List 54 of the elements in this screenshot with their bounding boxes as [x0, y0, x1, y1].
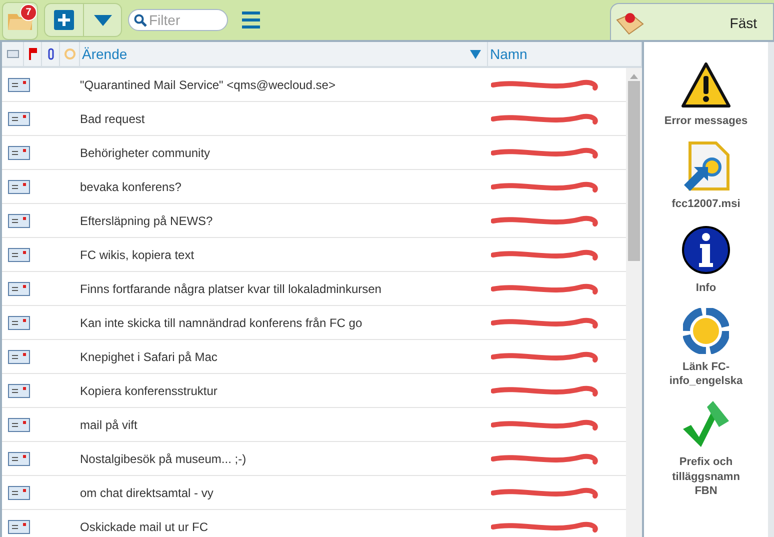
subject-text: Knepighet i Safari på Mac	[80, 350, 218, 364]
filter-field[interactable]: Filter	[128, 9, 228, 31]
subject-text: Eftersläpning på NEWS?	[80, 214, 214, 228]
search-icon	[134, 14, 147, 27]
paperclip-icon	[48, 48, 54, 60]
envelope-icon	[8, 520, 30, 534]
subject-text: bevaka konferens?	[80, 180, 182, 194]
pinned-item[interactable]: fcc12007.msi	[660, 141, 752, 212]
circle-icon	[64, 48, 76, 60]
envelope-column-icon	[6, 50, 18, 58]
scroll-up-icon	[630, 74, 638, 79]
envelope-icon	[8, 452, 30, 466]
flag-icon	[28, 48, 36, 60]
envelope-icon	[8, 78, 30, 92]
envelope-icon	[8, 418, 30, 432]
menu-button[interactable]	[242, 11, 260, 29]
sun-ring-icon	[683, 308, 729, 354]
mail-folder-button[interactable]: 7	[2, 2, 38, 40]
subject-text: Nostalgibesök på museum... ;-)	[80, 452, 248, 466]
caret-icon	[94, 14, 112, 26]
envelope-icon	[8, 248, 30, 262]
subject-text: Finns fortfarande några platser kvar till lokaladminkursen	[80, 282, 382, 296]
subject-text: Kopiera konferensstruktur	[80, 384, 218, 398]
pinned-tab[interactable]: Fäst	[610, 3, 774, 41]
checkmark-pencil-icon	[681, 401, 731, 450]
envelope-icon	[8, 214, 30, 228]
scrollbar[interactable]	[626, 68, 642, 537]
unread-count-badge: 7	[20, 4, 37, 21]
pinned-item[interactable]: Länk FC-info_engelska	[660, 308, 752, 388]
pinned-item[interactable]: Prefix och tilläggsnamn FBN	[660, 401, 752, 498]
info-icon	[681, 224, 731, 275]
warning-icon	[681, 62, 731, 108]
pinned-item[interactable]: Error messages	[660, 62, 752, 128]
subject-text: Oskickade mail ut ur FC	[80, 520, 210, 534]
envelope-icon	[8, 146, 30, 160]
subject-text: om chat direktsamtal - vy	[80, 486, 214, 500]
envelope-icon	[8, 384, 30, 398]
column-header[interactable]: Ärende	[80, 42, 488, 66]
subject-text: Kan inte skicka till namnändrad konferens från FC go	[80, 316, 364, 330]
subject-text: FC wikis, kopiera text	[80, 248, 196, 262]
installer-file-icon	[682, 141, 730, 192]
envelope-icon	[8, 316, 30, 330]
plus-icon	[54, 10, 74, 30]
subject-text: Behörigheter community	[80, 146, 212, 160]
envelope-icon	[8, 112, 30, 126]
subject-text: Bad request	[80, 112, 146, 126]
menu-icon	[242, 11, 260, 29]
envelope-icon	[8, 282, 30, 296]
envelope-icon	[8, 486, 30, 500]
pinned-item[interactable]: Info	[660, 224, 752, 295]
subject-text: "Quarantined Mail Service" <qms@wecloud.se>	[80, 78, 336, 92]
subject-text: mail på vift	[80, 418, 138, 432]
envelope-icon	[8, 180, 30, 194]
envelope-icon	[8, 350, 30, 364]
